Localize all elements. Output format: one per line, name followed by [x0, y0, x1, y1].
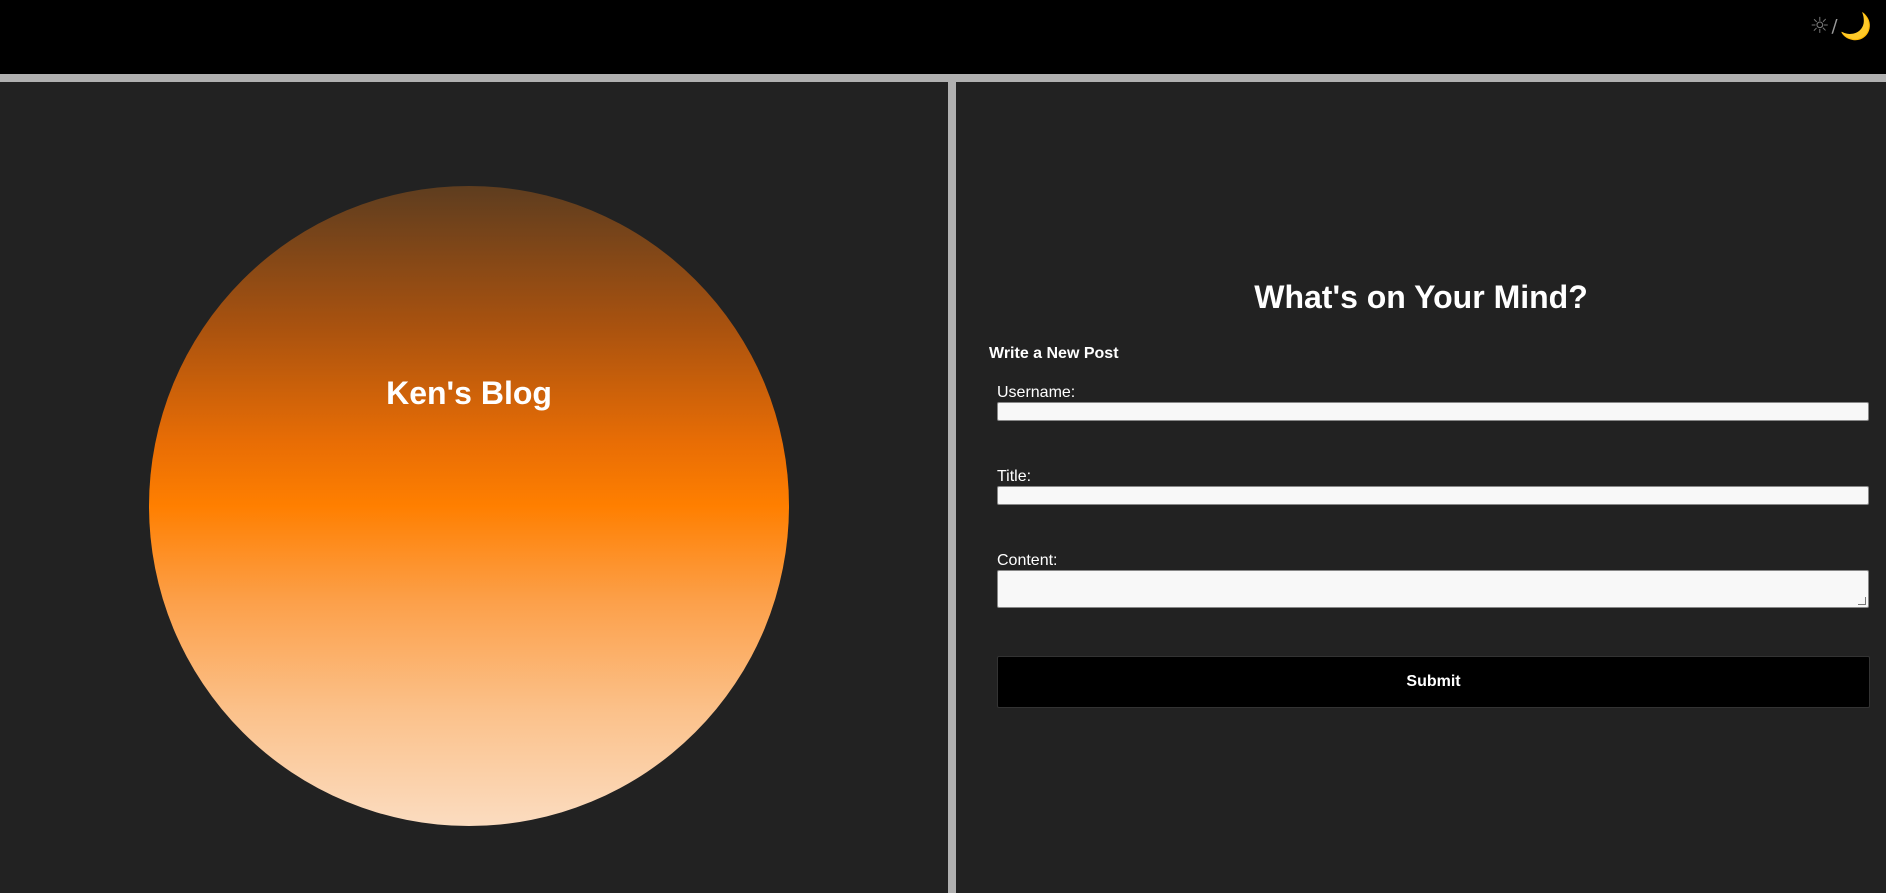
username-label: Username: — [997, 384, 1076, 401]
content-label: Content: — [997, 552, 1058, 569]
hero-pane: Ken's Blog — [0, 82, 948, 893]
hero-circle — [149, 186, 789, 826]
title-input[interactable] — [997, 486, 1869, 505]
resize-grip-icon[interactable] — [1858, 597, 1866, 605]
top-bar: ☼ / 🌙 — [0, 0, 1886, 74]
form-subheading: Write a New Post — [989, 345, 1119, 362]
theme-separator: / — [1831, 16, 1838, 37]
form-heading: What's on Your Mind? — [1254, 279, 1588, 315]
username-input[interactable] — [997, 402, 1869, 421]
submit-button[interactable]: Submit — [997, 656, 1870, 708]
post-form-pane: What's on Your Mind? Write a New Post Us… — [956, 82, 1886, 893]
sun-icon[interactable]: ☼ — [1810, 13, 1830, 41]
moon-icon[interactable]: 🌙 — [1840, 13, 1872, 41]
title-label: Title: — [997, 468, 1032, 485]
header-divider — [0, 74, 1886, 82]
blog-title: Ken's Blog — [386, 375, 552, 411]
content-textarea[interactable] — [997, 570, 1869, 608]
theme-toggle[interactable]: ☼ / 🌙 — [1810, 13, 1872, 41]
vertical-divider — [948, 82, 956, 893]
